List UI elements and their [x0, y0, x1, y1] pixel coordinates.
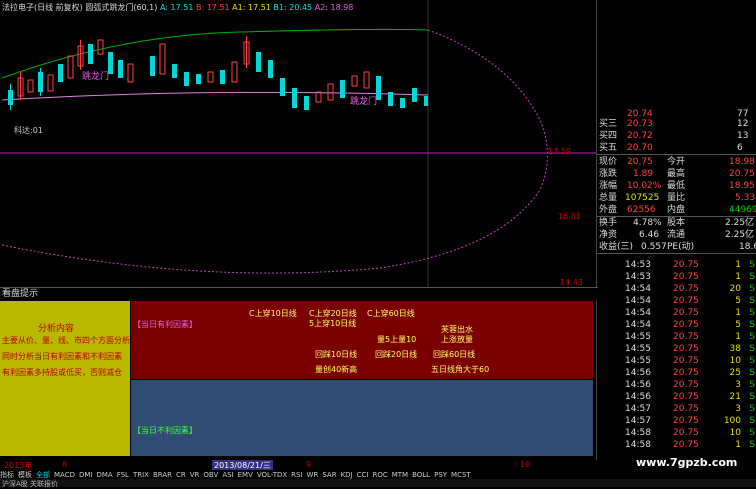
factor-item: 上涨放量 — [441, 335, 473, 344]
tab-roc[interactable]: ROC — [372, 471, 387, 479]
trade-row: 14:53 20.75 1 S — [625, 260, 755, 270]
jump-gate-label-1: 跳龙门 — [82, 70, 109, 82]
bottom-chart-label: 科达:01 — [14, 125, 43, 135]
trade-row: 14:54 20.75 5 S — [625, 320, 755, 330]
factor-item: 回踩20日线 — [375, 350, 418, 359]
tab-psy[interactable]: PSY — [434, 471, 447, 479]
tab-fsl[interactable]: FSL — [117, 471, 129, 479]
quote-panel: 20.74 77 买三 20.73 12 买四 20.72 13 买五 20.70 6 现价 2… — [596, 0, 756, 460]
watermark: www.7gpzb.com — [636, 456, 738, 469]
factor-item: 5上穿10日线 — [309, 319, 357, 328]
hint-title: 看盘提示 — [0, 287, 598, 301]
tab-cci[interactable]: CCI — [357, 471, 369, 479]
trade-row: 14:58 20.75 10 S — [625, 428, 755, 438]
b1-value: B1: 20.45 — [273, 3, 313, 12]
tab-brar[interactable]: BRAR — [153, 471, 172, 479]
tab-cr[interactable]: CR — [176, 471, 186, 479]
formula-title: 圆弧式跳龙门(60,1) — [85, 3, 158, 12]
factor-item: C上穿60日线 — [367, 309, 415, 318]
tab-vol-tdx[interactable]: VOL-TDX — [257, 471, 287, 479]
trade-row: 14:57 20.75 3 S — [625, 404, 755, 414]
tab-emv[interactable]: EMV — [238, 471, 253, 479]
trade-row: 14:54 20.75 5 S — [625, 296, 755, 306]
tab-macd[interactable]: MACD — [54, 471, 75, 479]
kline-chart[interactable]: 跳龙门 跳龙门 科达:01 17.59 16.01 14.43 — [0, 0, 596, 292]
tab-rsi[interactable]: RSI — [291, 471, 302, 479]
trade-row: 14:57 20.75 100 S — [625, 416, 755, 426]
favorable-factors-panel: 【当日有利因素】 C上穿10日线 C上穿20日线 C上穿60日线 5上穿10日线… — [131, 301, 593, 379]
chart-header: 法拉电子(日线 前复权) 圆弧式跳龙门(60,1) A: 17.51 B: 17… — [2, 2, 353, 13]
factor-item: 回踩10日线 — [315, 350, 358, 359]
trade-row: 14:55 20.75 10 S — [625, 356, 755, 366]
tab-obv[interactable]: OBV — [203, 471, 218, 479]
factor-item: 量5上量10 — [377, 335, 417, 344]
tab-dmi[interactable]: DMI — [79, 471, 93, 479]
tab-sar[interactable]: SAR — [322, 471, 336, 479]
factor-item: 量创40新高 — [315, 365, 358, 374]
analysis-line: 主要从价、量、线、市四个方面分析 — [2, 336, 130, 345]
factor-item: 五日线角大于60 — [431, 365, 490, 374]
trade-row: 14:56 20.75 21 S — [625, 392, 755, 402]
analysis-line: 同时分析当日有利因素和不利因素 — [2, 352, 122, 361]
factor-item: C上穿10日线 — [249, 309, 297, 318]
trade-row: 14:56 20.75 25 S — [625, 368, 755, 378]
tab-模板[interactable]: 模板 — [18, 471, 32, 479]
status-bar: 沪深A股 关联报价 — [0, 479, 756, 488]
tab-mcst[interactable]: MCST — [451, 471, 471, 479]
time-axis: 2013年 8 2013/08/21/三 9 10 — [0, 460, 596, 471]
trade-row: 14:56 20.75 3 S — [625, 380, 755, 390]
unfavorable-title: 【当日不利因素】 — [133, 426, 197, 435]
trade-row: 14:58 20.75 1 S — [625, 440, 755, 450]
trade-row: 14:53 20.75 1 S — [625, 272, 755, 282]
a1-value: A1: 17.51 — [232, 3, 271, 12]
tab-dma[interactable]: DMA — [96, 471, 112, 479]
b-value: B: 17.51 — [195, 3, 230, 12]
unfavorable-factors-panel: 【当日不利因素】 — [131, 380, 593, 456]
a-value: A: 17.51 — [159, 3, 194, 12]
analysis-line: 有利因素多持股或低买，否则减仓 — [2, 368, 122, 377]
jump-gate-label-2: 跳龙门 — [350, 95, 377, 107]
price-axis-lowest: 14.43 — [560, 278, 583, 287]
analysis-panel: 分析内容 主要从价、量、线、市四个方面分析 同时分析当日有利因素和不利因素 有利… — [0, 301, 130, 456]
favorable-title: 【当日有利因素】 — [133, 320, 197, 329]
tab-asi[interactable]: ASI — [222, 471, 233, 479]
trade-row: 14:55 20.75 38 S — [625, 344, 755, 354]
factor-item: 回踩60日线 — [433, 350, 476, 359]
tab-kdj[interactable]: KDJ — [341, 471, 353, 479]
stock-title: 法拉电子(日线 前复权) — [2, 3, 83, 12]
tab-trix[interactable]: TRIX — [133, 471, 149, 479]
tab-boll[interactable]: BOLL — [412, 471, 430, 479]
tab-全部[interactable]: 全部 — [36, 471, 50, 479]
tab-mtm[interactable]: MTM — [392, 471, 408, 479]
trade-row: 14:54 20.75 20 S — [625, 284, 755, 294]
analysis-heading: 分析内容 — [38, 324, 75, 334]
price-axis-low: 16.01 — [558, 212, 581, 221]
tab-vr[interactable]: VR — [190, 471, 200, 479]
trade-row: 14:54 20.75 1 S — [625, 308, 755, 318]
tab-wr[interactable]: WR — [307, 471, 319, 479]
tab-指标[interactable]: 指标 — [0, 471, 14, 479]
trade-row: 14:55 20.75 1 S — [625, 332, 755, 342]
a2-value: A2: 18.98 — [314, 3, 354, 12]
indicator-tabs[interactable]: 指标 模板 全部 MACD DMI DMA FSL TRIX BRAR CR VR OBV ASI EMV… — [0, 470, 756, 479]
price-axis-mid: 17.59 — [548, 147, 571, 156]
